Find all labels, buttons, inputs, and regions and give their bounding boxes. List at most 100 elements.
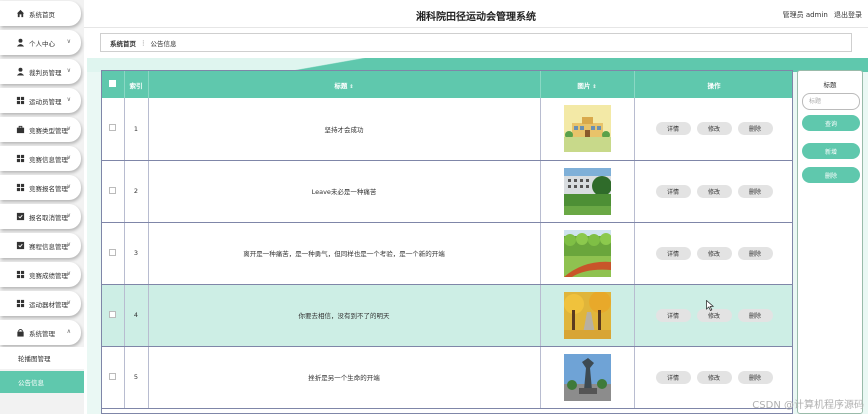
row-checkbox[interactable] (109, 372, 117, 380)
user-label: 管理员 admin (782, 11, 828, 19)
sidebar-item-label: 赛程信息管理 (29, 242, 68, 251)
sidebar-item-label: 运动员管理 (29, 97, 62, 106)
batch-delete-button[interactable]: 删除 (802, 167, 860, 183)
mouse-cursor-icon (706, 300, 714, 311)
sidebar: 系统首页 个人中心 ∨ 裁判员管理 ∨ 运动员管理 ∨ 竞赛类型管理 ∨ 竞赛信… (0, 0, 84, 414)
row-checkbox[interactable] (109, 124, 117, 132)
breadcrumb: 系统首页 ⋮ 公告信息 (100, 33, 852, 52)
sidebar-item-results[interactable]: 竞赛成绩管理 ∨ (0, 262, 81, 287)
search-panel: 标题 标题 查询 新增 删除 (797, 70, 863, 414)
delete-button[interactable]: 删除 (737, 184, 773, 198)
sidebar-item-home[interactable]: 系统首页 (0, 1, 81, 26)
row-index: 2 (124, 160, 149, 223)
sidebar-item-athlete[interactable]: 运动员管理 ∨ (0, 88, 81, 113)
sort-icon[interactable]: ⇕ (592, 84, 596, 90)
header-image[interactable]: 图片 ⇕ (540, 71, 635, 98)
header-title[interactable]: 标题 ⇕ (148, 71, 541, 98)
detail-button[interactable]: 详情 (655, 184, 691, 198)
table-row: 2 Leave未必是一种痛苦 详情 修改 删除 (102, 160, 792, 223)
row-checkbox[interactable] (109, 186, 117, 194)
person-icon (16, 38, 25, 47)
search-panel-title: 标题 (823, 81, 837, 89)
watermark: CSDN @计算机程序源码 (752, 400, 864, 411)
sidebar-item-cancel-registration[interactable]: 报名取消管理 ∨ (0, 204, 81, 229)
row-title: 你要去相信，没有到不了的明天 (148, 284, 541, 347)
breadcrumb-separator: ⋮ (140, 38, 147, 47)
sidebar-item-label: 系统管理 (29, 329, 55, 338)
sidebar-item-label: 运动器材管理 (29, 300, 68, 309)
sidebar-subitem-label: 轮播图管理 (18, 355, 51, 363)
detail-button[interactable]: 详情 (655, 370, 691, 384)
home-icon (16, 9, 25, 18)
edit-button[interactable]: 修改 (696, 184, 732, 198)
delete-button[interactable]: 删除 (737, 246, 773, 260)
sidebar-item-schedule[interactable]: 赛程信息管理 ∨ (0, 233, 81, 258)
row-index: 4 (124, 284, 149, 347)
sidebar-item-competition-type[interactable]: 竞赛类型管理 ∨ (0, 117, 81, 142)
logout-link[interactable]: 退出登录 (834, 11, 862, 19)
chevron-down-icon: ∨ (66, 183, 71, 190)
sort-icon[interactable]: ⇕ (349, 84, 353, 90)
grid-icon (16, 270, 25, 279)
chevron-down-icon: ∨ (66, 67, 71, 74)
sidebar-subitem-carousel[interactable]: 轮播图管理 (0, 347, 84, 369)
row-index: 1 (124, 98, 149, 161)
campus-thumb[interactable] (563, 167, 611, 215)
sidebar-item-profile[interactable]: 个人中心 ∨ (0, 30, 81, 55)
checkbox-icon (16, 241, 25, 250)
delete-button[interactable]: 删除 (737, 370, 773, 384)
header-index: 索引 (124, 71, 149, 98)
person-icon (16, 67, 25, 76)
sidebar-item-competition-info[interactable]: 竞赛信息管理 ∨ (0, 146, 81, 171)
delete-button[interactable]: 删除 (737, 122, 773, 136)
breadcrumb-current: 公告信息 (150, 39, 177, 48)
row-title: Leave未必是一种痛苦 (148, 160, 541, 223)
edit-button[interactable]: 修改 (696, 370, 732, 384)
query-button[interactable]: 查询 (802, 115, 860, 131)
sidebar-item-label: 裁判员管理 (29, 68, 62, 77)
sidebar-item-label: 报名取消管理 (29, 213, 68, 222)
sidebar-item-system[interactable]: 系统管理 ∧ (0, 320, 81, 345)
app-title: 湘科院田径运动会管理系统 (416, 12, 536, 23)
select-all-checkbox[interactable] (109, 80, 117, 87)
row-title: 离开是一种痛苦，是一种勇气，但同样也是一个考验，是一个新的开端 (148, 222, 541, 285)
sidebar-item-label: 系统首页 (29, 10, 55, 19)
detail-button[interactable]: 详情 (655, 122, 691, 136)
edit-button[interactable]: 修改 (696, 122, 732, 136)
delete-button[interactable]: 删除 (737, 308, 773, 322)
row-checkbox[interactable] (109, 248, 117, 256)
building-thumb[interactable] (563, 105, 611, 153)
checkbox-icon (16, 212, 25, 221)
table-row: 1 坚持才会成功 详情 修改 删除 (102, 98, 792, 161)
track-thumb[interactable] (563, 229, 611, 277)
edit-button[interactable]: 修改 (696, 246, 732, 260)
chevron-up-icon: ∧ (66, 328, 71, 335)
header-actions: 操作 (634, 71, 792, 98)
chevron-down-icon: ∨ (66, 212, 71, 219)
sidebar-subitem-announcements[interactable]: 公告信息 (0, 371, 84, 393)
chevron-down-icon: ∨ (66, 38, 71, 45)
grid-icon (16, 183, 25, 192)
table-row: 5 挫折是另一个生命的开端 详情 修改 删除 (102, 346, 792, 409)
sidebar-item-label: 个人中心 (29, 39, 55, 48)
sidebar-item-label: 竞赛报名管理 (29, 184, 68, 193)
sidebar-item-equipment[interactable]: 运动器材管理 ∨ (0, 291, 81, 316)
title-search-input[interactable]: 标题 (802, 93, 860, 110)
sidebar-item-referee[interactable]: 裁判员管理 ∨ (0, 59, 81, 84)
row-title: 坚持才会成功 (148, 98, 541, 161)
sidebar-item-registration[interactable]: 竞赛报名管理 ∨ (0, 175, 81, 200)
top-bar: 湘科院田径运动会管理系统 管理员 admin 退出登录 (84, 0, 868, 28)
sculpture-thumb[interactable] (563, 353, 611, 401)
header-select-all[interactable] (102, 71, 125, 98)
row-checkbox[interactable] (109, 310, 117, 318)
edit-button[interactable]: 修改 (696, 308, 732, 322)
detail-button[interactable]: 详情 (655, 308, 691, 322)
add-button[interactable]: 新增 (802, 143, 860, 159)
chevron-down-icon: ∨ (66, 241, 71, 248)
grid-icon (16, 299, 25, 308)
chevron-down-icon: ∨ (66, 299, 71, 306)
briefcase-icon (16, 125, 25, 134)
detail-button[interactable]: 详情 (655, 246, 691, 260)
autumn-thumb[interactable] (563, 291, 611, 339)
breadcrumb-home[interactable]: 系统首页 (110, 38, 136, 48)
